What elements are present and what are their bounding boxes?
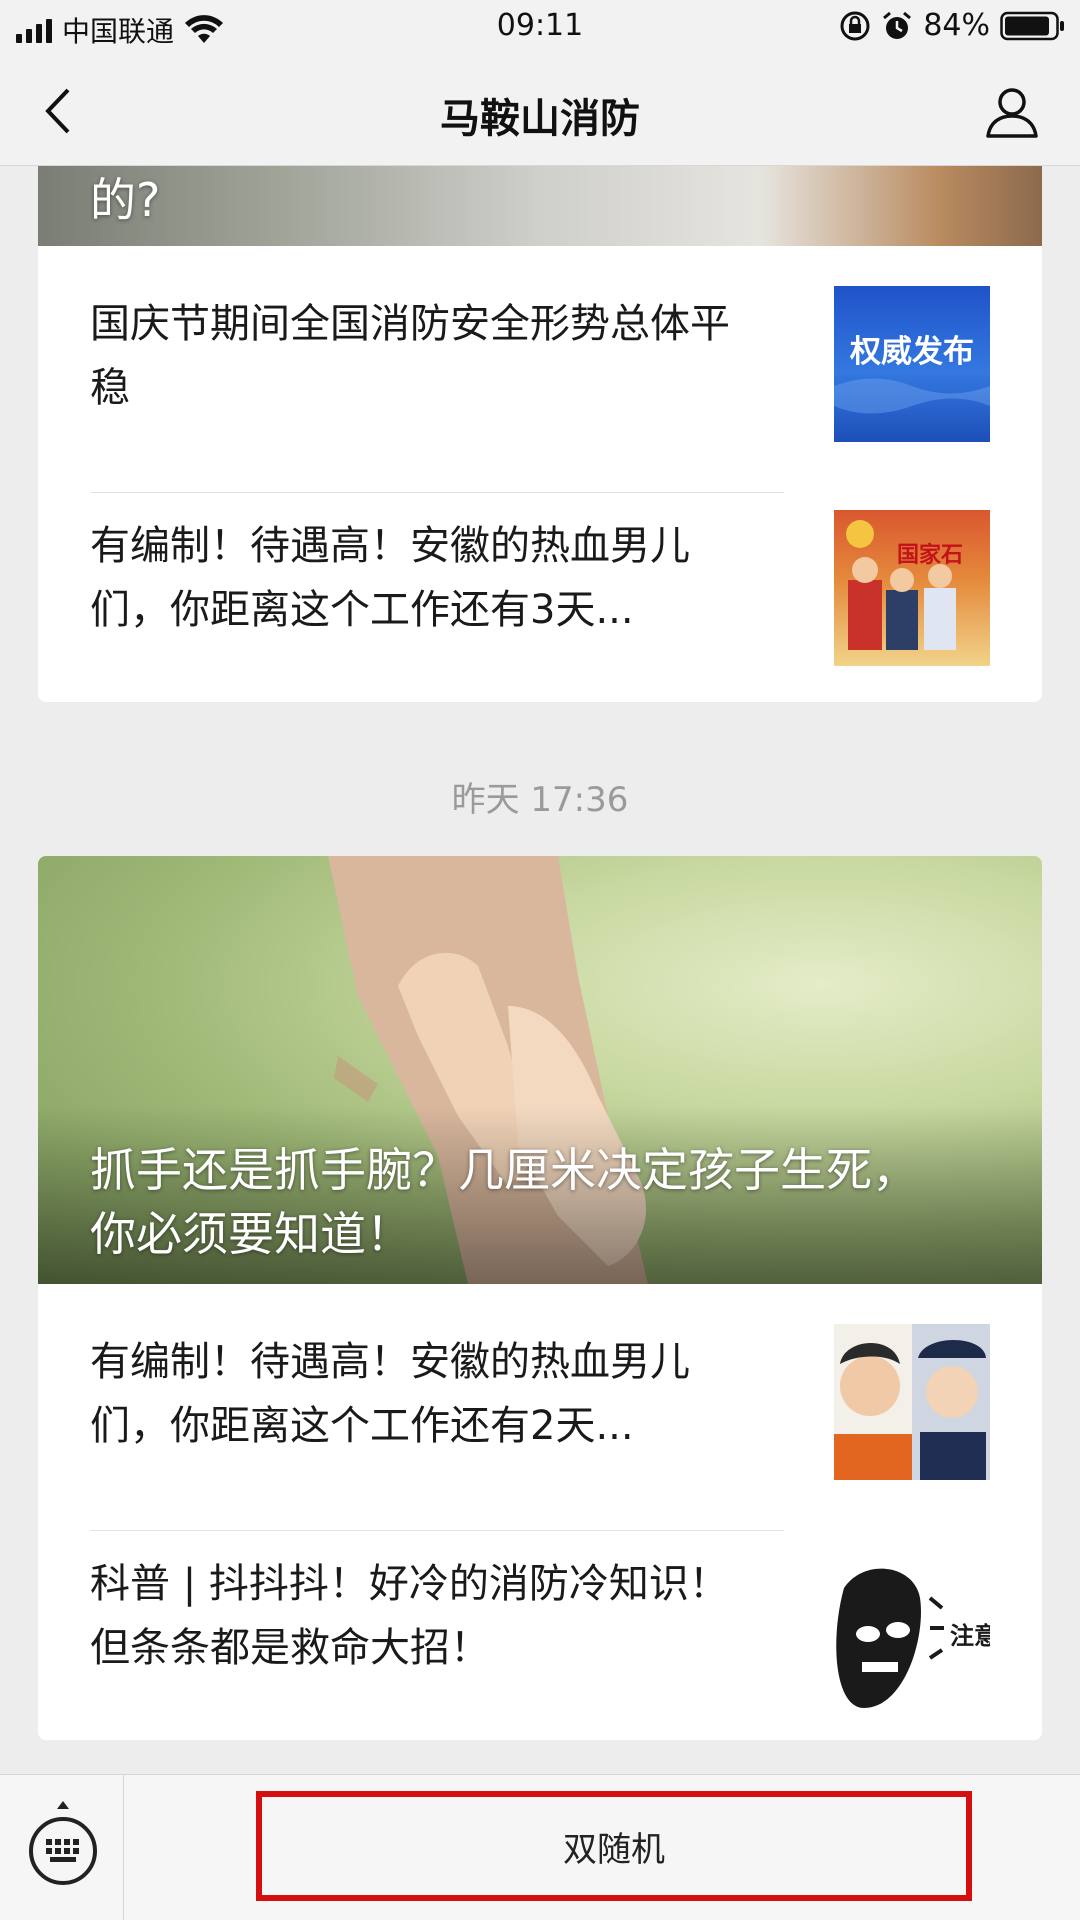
screen: 中国联通 09:11 84% 马鞍山消防 的? 国庆节期间全国消防安全形势总体平… <box>0 0 1080 1920</box>
list-item[interactable]: 科普 | 抖抖抖！好冷的消防冷知识！但条条都是救命大招！ 注意 <box>38 1532 1042 1740</box>
article-title: 有编制！待遇高！安徽的热血男儿们，你距离这个工作还有2天... <box>90 1339 690 1449</box>
status-right: 84% <box>839 8 1066 43</box>
article-group: 抓手还是抓手腕？几厘米决定孩子生死，你必须要知道！ 有编制！待遇高！安徽的热血男… <box>38 856 1042 1740</box>
thumb-label: 国家石 <box>897 542 963 568</box>
divider <box>90 492 784 493</box>
battery-percent: 84% <box>923 8 990 43</box>
message-list[interactable]: 的? 国庆节期间全国消防安全形势总体平稳 权威发布 有编制！待遇高！安徽的热血男… <box>0 166 1080 1774</box>
status-bar: 中国联通 09:11 84% <box>0 0 1080 56</box>
thumb-label: 权威发布 <box>849 334 974 370</box>
list-item[interactable]: 有编制！待遇高！安徽的热血男儿们，你距离这个工作还有2天... <box>38 1284 1042 1492</box>
keyboard-toggle-button[interactable] <box>0 1775 124 1920</box>
battery-icon <box>1000 11 1064 40</box>
nav-bar: 马鞍山消防 <box>0 56 1080 166</box>
list-item[interactable]: 有编制！待遇高！安徽的热血男儿们，你距离这个工作还有3天... 国家石 <box>38 494 1042 702</box>
bottom-menu-bar: 双随机 <box>0 1774 1080 1920</box>
hero-title: 的? <box>90 173 161 227</box>
menu-item-shuangsuiji[interactable]: 双随机 <box>256 1791 972 1901</box>
article-thumbnail: 国家石 <box>834 510 990 666</box>
thumb-label: 注意 <box>950 1622 990 1650</box>
timestamp: 昨天 17:36 <box>451 780 629 820</box>
profile-icon[interactable] <box>984 84 1040 140</box>
article-thumbnail: 注意 <box>834 1558 990 1714</box>
article-group: 的? 国庆节期间全国消防安全形势总体平稳 权威发布 有编制！待遇高！安徽的热血男… <box>38 166 1042 702</box>
article-title: 有编制！待遇高！安徽的热血男儿们，你距离这个工作还有3天... <box>90 523 690 633</box>
page-title: 马鞍山消防 <box>440 96 640 142</box>
article-title: 国庆节期间全国消防安全形势总体平稳 <box>90 301 730 411</box>
article-thumbnail <box>834 1324 990 1480</box>
article-hero[interactable]: 抓手还是抓手腕？几厘米决定孩子生死，你必须要知道！ <box>38 856 1042 1284</box>
article-thumbnail: 权威发布 <box>834 286 990 442</box>
hero-title: 抓手还是抓手腕？几厘米决定孩子生死，你必须要知道！ <box>90 1143 918 1261</box>
list-item[interactable]: 国庆节期间全国消防安全形势总体平稳 权威发布 <box>38 246 1042 454</box>
divider <box>90 1530 784 1531</box>
article-title: 科普 | 抖抖抖！好冷的消防冷知识！但条条都是救命大招！ <box>90 1561 729 1671</box>
alarm-icon <box>883 11 912 39</box>
article-hero[interactable]: 的? <box>38 166 1042 246</box>
keyboard-icon <box>29 1801 97 1885</box>
rotation-lock-icon <box>840 11 870 40</box>
